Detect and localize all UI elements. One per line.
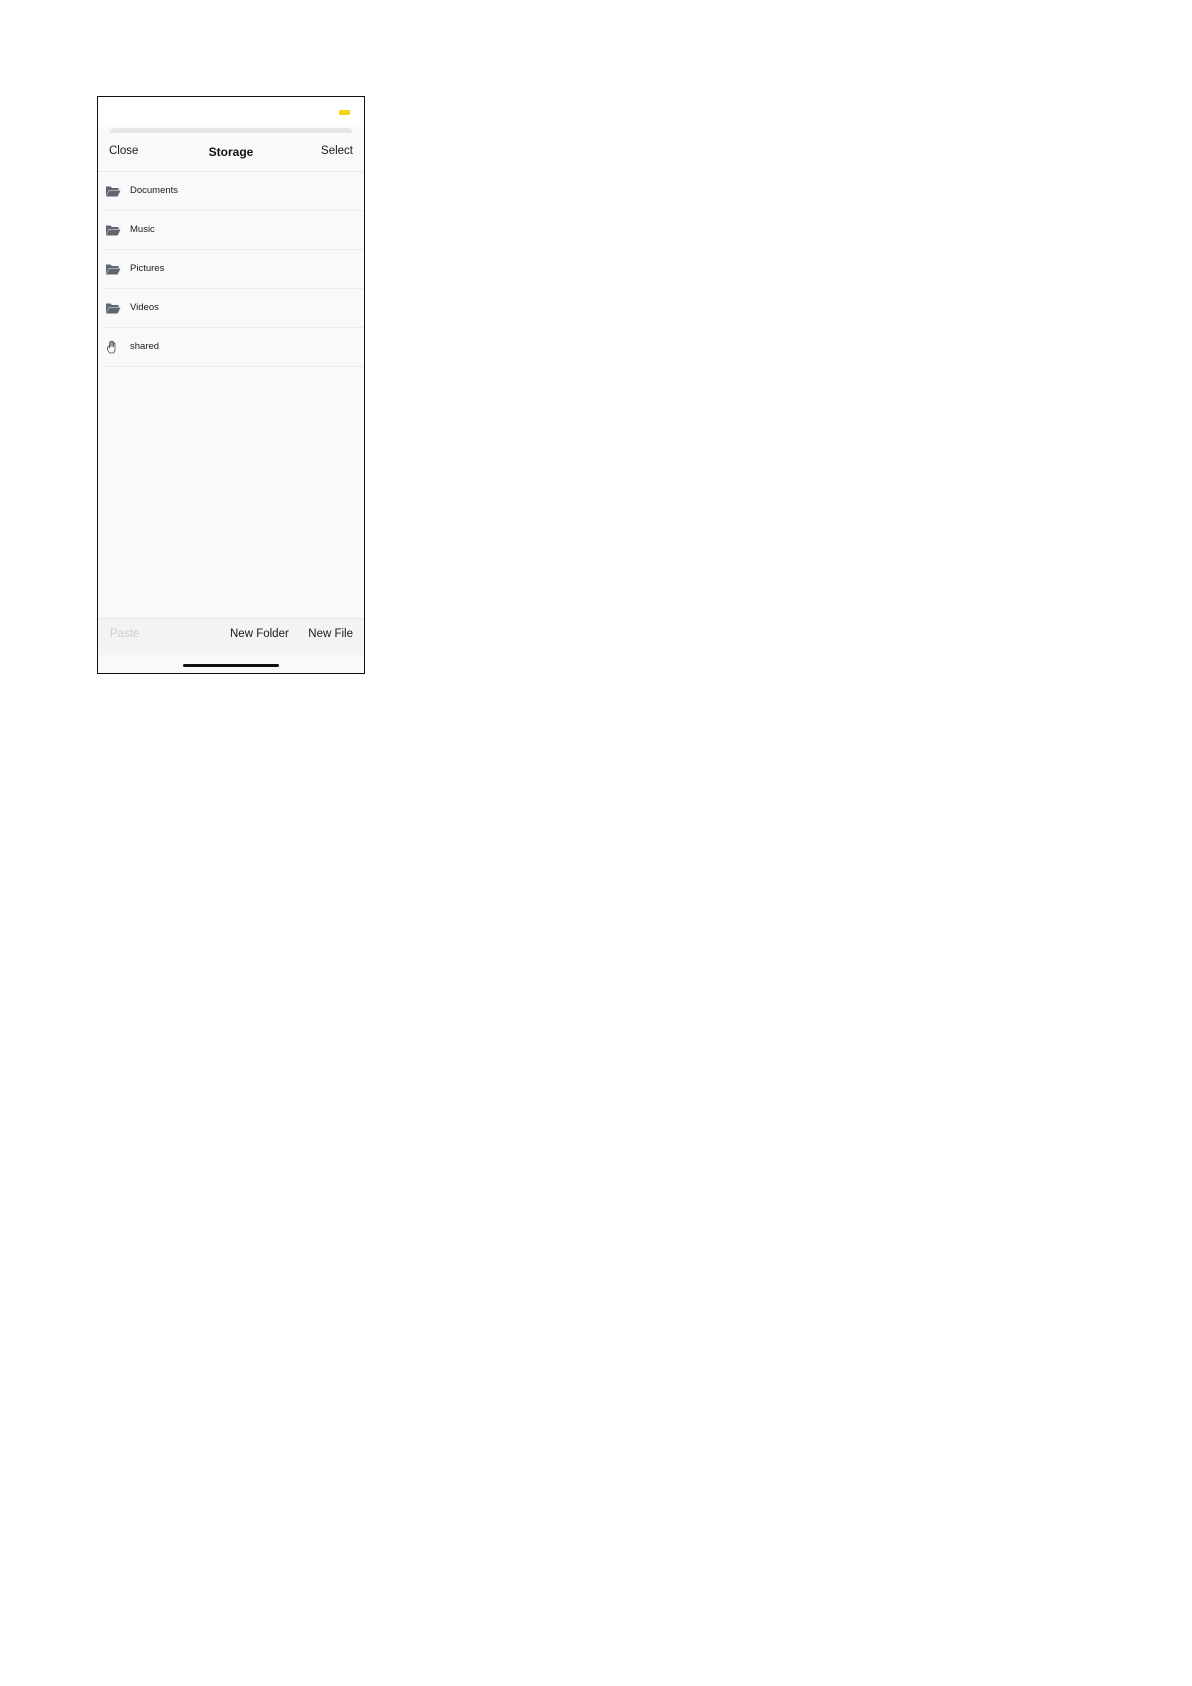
new-folder-button[interactable]: New Folder bbox=[230, 628, 289, 640]
list-item-label: Pictures bbox=[130, 263, 165, 274]
folder-icon bbox=[106, 225, 121, 236]
select-button[interactable]: Select bbox=[321, 145, 353, 157]
folder-icon bbox=[106, 303, 121, 314]
list-item-documents[interactable]: Documents bbox=[105, 172, 364, 211]
paste-button[interactable]: Paste bbox=[110, 628, 139, 640]
hand-icon bbox=[107, 340, 116, 354]
folder-icon bbox=[106, 186, 121, 197]
list-item-label: Documents bbox=[130, 185, 179, 196]
list-item-label: Music bbox=[130, 224, 155, 235]
status-bar bbox=[98, 97, 364, 127]
list-item-videos[interactable]: Videos bbox=[105, 289, 364, 328]
list-item-pictures[interactable]: Pictures bbox=[105, 250, 364, 289]
list-item-label: shared bbox=[130, 341, 160, 352]
navigation-bar: Close Storage Select bbox=[98, 133, 364, 172]
list-item-label: Videos bbox=[130, 302, 159, 313]
list-item-music[interactable]: Music bbox=[105, 211, 364, 250]
phone-screen: Close Storage Select Documents Music Pic… bbox=[97, 96, 365, 674]
folder-icon bbox=[106, 264, 121, 275]
bottom-toolbar: Paste New Folder New File bbox=[98, 618, 364, 655]
home-indicator[interactable] bbox=[183, 664, 279, 667]
battery-icon bbox=[339, 110, 350, 115]
list-item-shared[interactable]: shared bbox=[105, 328, 364, 367]
new-file-button[interactable]: New File bbox=[308, 628, 353, 640]
file-list: Documents Music Pictures Videos shared bbox=[98, 172, 364, 367]
